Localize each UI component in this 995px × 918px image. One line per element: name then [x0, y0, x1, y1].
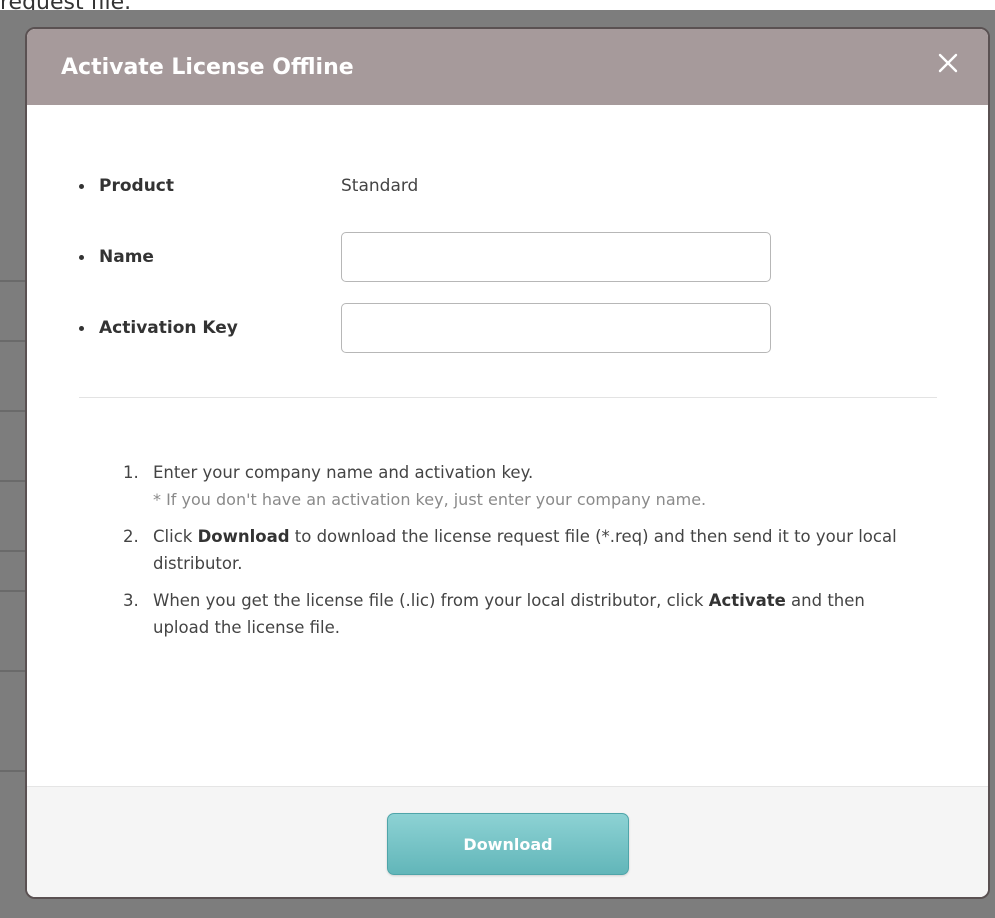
dialog-title: Activate License Offline [61, 55, 354, 80]
instruction-step-1: 1. Enter your company name and activatio… [123, 459, 903, 513]
instruction-step-3: 3. When you get the license file (.lic) … [123, 587, 903, 641]
close-icon [938, 53, 958, 73]
step-text-bold: Download [197, 527, 290, 546]
instructions-list: 1. Enter your company name and activatio… [123, 459, 903, 651]
step-text-pre: When you get the license file (.lic) fro… [153, 591, 709, 610]
product-value: Standard [341, 176, 419, 196]
close-button[interactable] [934, 49, 962, 77]
step-text-pre: Click [153, 527, 198, 546]
product-label: Product [99, 176, 174, 196]
name-label: Name [99, 247, 154, 267]
activation-key-input[interactable] [341, 303, 771, 353]
dialog-footer: Download [27, 786, 988, 897]
download-button[interactable]: Download [387, 813, 629, 875]
step-text: Enter your company name and activation k… [153, 463, 534, 482]
instruction-step-2: 2. Click Download to download the licens… [123, 523, 903, 577]
activation-key-label: Activation Key [99, 318, 238, 338]
step-number: 1. [123, 463, 139, 482]
bullet-icon [79, 255, 84, 260]
name-row: Name [27, 232, 988, 282]
name-input[interactable] [341, 232, 771, 282]
step-number: 3. [123, 591, 139, 610]
bullet-icon [79, 326, 84, 331]
step-number: 2. [123, 527, 139, 546]
section-divider [79, 397, 937, 398]
bullet-icon [79, 184, 84, 189]
product-row: Product Standard [27, 161, 988, 211]
step-text-bold: Activate [708, 591, 786, 610]
activate-license-dialog: Activate License Offline Product Standar… [25, 27, 990, 899]
dialog-header: Activate License Offline [27, 29, 988, 105]
step-note: * If you don't have an activation key, j… [153, 490, 707, 509]
activation-key-row: Activation Key [27, 303, 988, 353]
